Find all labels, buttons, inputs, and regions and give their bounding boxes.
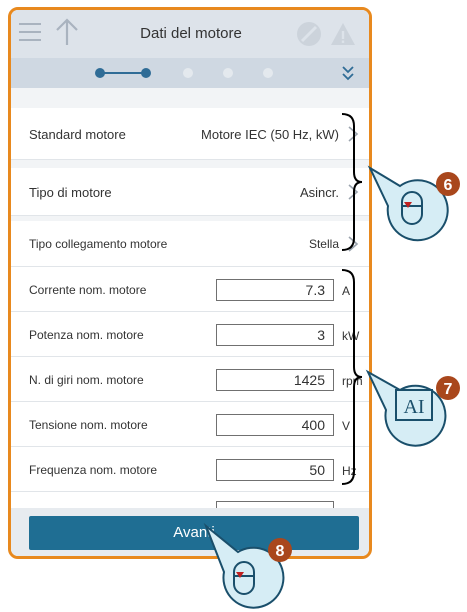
motor-standard-row[interactable]: Standard motore Motore IEC (50 Hz, kW)	[11, 108, 369, 160]
step-indicator	[11, 58, 369, 88]
step-dot	[263, 68, 273, 78]
row-value: Asincr.	[299, 185, 339, 200]
rated-speed-row: N. di giri nom. motore 1425 rpm	[11, 357, 369, 402]
row-label: Corrente nom. motore	[29, 283, 147, 297]
row-value: Stella	[308, 237, 339, 251]
step-dot-current	[141, 68, 151, 78]
step-dot	[183, 68, 193, 78]
header: Dati del motore	[11, 10, 369, 58]
row-label: Standard motore	[29, 127, 126, 142]
rated-power-input[interactable]: 3	[216, 324, 334, 346]
up-arrow-icon[interactable]	[55, 18, 79, 46]
rated-power-row: Potenza nom. motore 3 kW	[11, 312, 369, 357]
row-label: Potenza nom. motore	[29, 328, 144, 342]
warning-icon	[331, 23, 355, 45]
rated-current-row: Corrente nom. motore 7.3 A	[11, 267, 369, 312]
callout-6-number: 6	[444, 177, 453, 194]
callout-8-number: 8	[276, 543, 285, 560]
rated-frequency-input[interactable]: 50	[216, 459, 334, 481]
row-label: Tipo di motore	[29, 185, 112, 200]
partial-row	[11, 492, 369, 511]
rated-frequency-row: Frequenza nom. motore 50 Hz	[11, 447, 369, 492]
app-frame: Dati del motore Standard motore Motore I…	[8, 7, 372, 559]
next-button[interactable]: Avanti	[29, 516, 359, 550]
disabled-status-icon	[297, 22, 321, 46]
callout-7-ai-text: AI	[403, 396, 424, 418]
row-label: N. di giri nom. motore	[29, 373, 144, 387]
callout-6-mouse: 6	[367, 165, 460, 242]
row-label: Frequenza nom. motore	[29, 463, 158, 477]
step-dot-completed	[95, 68, 105, 78]
menu-icon[interactable]	[19, 21, 43, 43]
row-label: Tipo collegamento motore	[29, 237, 168, 251]
footer-bar: Avanti	[11, 508, 369, 556]
rated-current-input[interactable]: 7.3	[216, 279, 334, 301]
rated-voltage-input[interactable]: 400	[216, 414, 334, 436]
motor-connection-row[interactable]: Tipo collegamento motore Stella	[11, 221, 369, 267]
callout-8-mouse: 8	[203, 522, 292, 609]
callout-7-input: AI 7	[365, 369, 460, 447]
callout-7-number: 7	[444, 381, 453, 398]
motor-type-row[interactable]: Tipo di motore Asincr.	[11, 168, 369, 216]
step-progress-line	[99, 72, 143, 74]
row-value: Motore IEC (50 Hz, kW)	[201, 127, 339, 142]
rated-voltage-row: Tensione nom. motore 400 V	[11, 402, 369, 447]
rated-speed-input[interactable]: 1425	[216, 369, 334, 391]
row-label: Tensione nom. motore	[29, 418, 148, 432]
chevron-double-down-icon[interactable]	[341, 64, 355, 82]
page-title: Dati del motore	[140, 25, 242, 42]
motor-data-form: Standard motore Motore IEC (50 Hz, kW) T…	[11, 88, 369, 511]
step-dot	[223, 68, 233, 78]
